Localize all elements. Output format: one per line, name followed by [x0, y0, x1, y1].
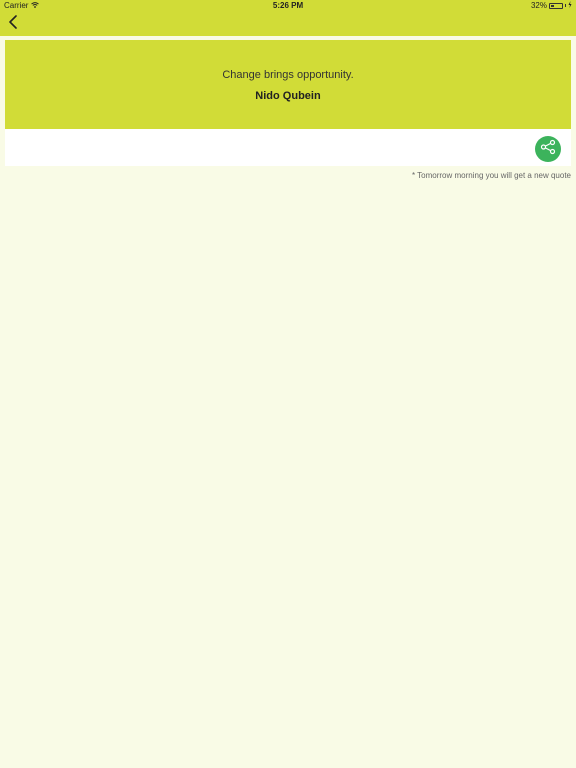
- navigation-bar: [0, 12, 576, 36]
- battery-indicator: 32%: [531, 1, 572, 10]
- battery-icon: [549, 2, 563, 9]
- battery-fill: [551, 4, 555, 7]
- status-bar: Carrier 5:26 PM 32%: [0, 0, 576, 12]
- battery-percent: 32%: [530, 1, 547, 10]
- quote-author: Nido Qubein: [255, 90, 321, 102]
- footnote: * Tomorrow morning you will get a new qu…: [411, 171, 571, 180]
- share-icon: [540, 139, 556, 160]
- quote-card: Change brings opportunity. Nido Qubein: [5, 40, 571, 166]
- quote-text: Change brings opportunity.: [222, 69, 354, 81]
- battery-tip: [565, 4, 566, 7]
- charging-icon: [568, 1, 572, 10]
- status-time: 5:26 PM: [272, 1, 304, 10]
- quote-area: Change brings opportunity. Nido Qubein: [5, 40, 571, 129]
- share-button[interactable]: [535, 136, 561, 162]
- back-button[interactable]: [4, 14, 22, 34]
- chevron-left-icon: [8, 14, 18, 34]
